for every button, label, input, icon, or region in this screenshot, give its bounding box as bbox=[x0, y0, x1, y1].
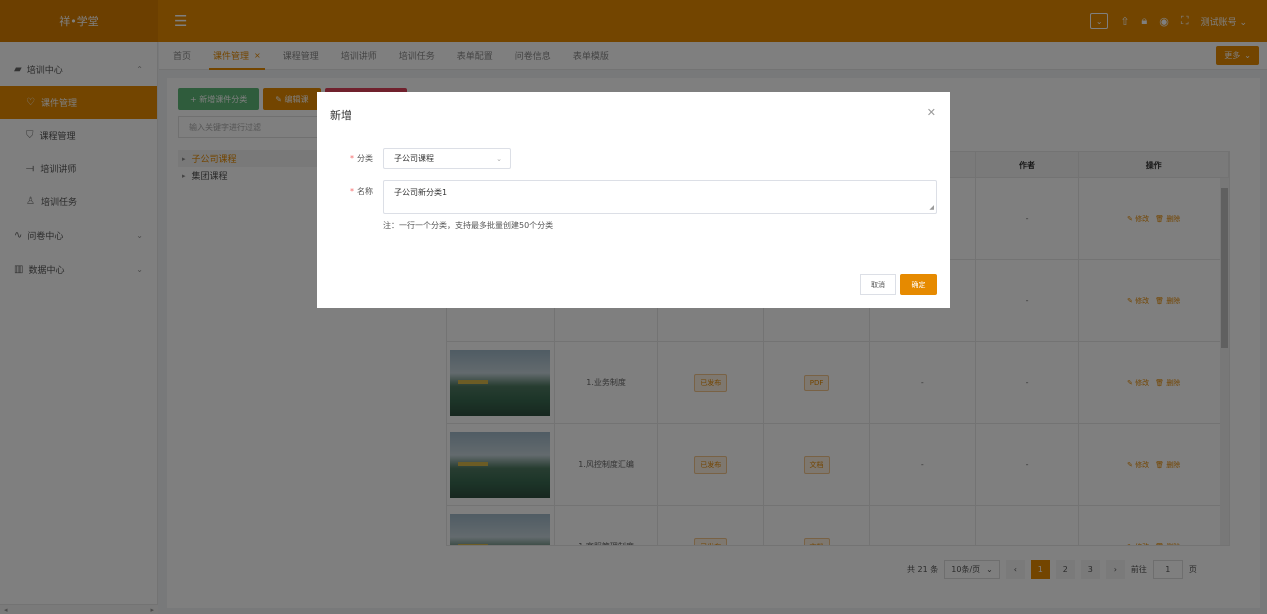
resize-handle-icon[interactable]: ◢ bbox=[929, 204, 934, 211]
close-icon[interactable]: ✕ bbox=[927, 106, 936, 119]
category-select[interactable]: 子公司课程 ⌄ bbox=[383, 148, 511, 169]
cancel-button[interactable]: 取消 bbox=[860, 274, 896, 295]
confirm-button[interactable]: 确定 bbox=[900, 274, 937, 295]
name-label: * 名称 bbox=[350, 187, 373, 196]
category-label: * 分类 bbox=[350, 154, 373, 163]
add-category-dialog: 新增 ✕ * 分类 子公司课程 ⌄ * 名称 子公司新分类1 ◢ 注：一行一个分类，… bbox=[317, 92, 950, 308]
chevron-down-icon: ⌄ bbox=[496, 154, 502, 163]
name-textarea[interactable]: 子公司新分类1 ◢ bbox=[383, 180, 937, 214]
form-note: 注：一行一个分类，支持最多批量创建50个分类 bbox=[383, 221, 554, 230]
dialog-title: 新增 bbox=[330, 109, 352, 122]
